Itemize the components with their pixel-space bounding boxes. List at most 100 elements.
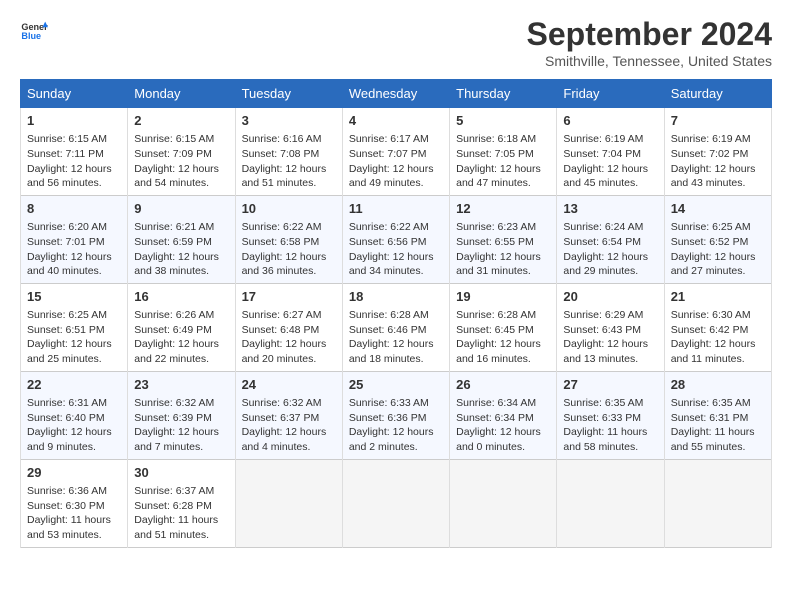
day-info: Sunrise: 6:25 AMSunset: 6:51 PMDaylight:…	[27, 308, 121, 367]
day-number: 14	[671, 200, 765, 218]
day-info: Sunrise: 6:20 AMSunset: 7:01 PMDaylight:…	[27, 220, 121, 279]
calendar-title: September 2024	[527, 16, 772, 53]
day-number: 17	[242, 288, 336, 306]
calendar-cell: 26 Sunrise: 6:34 AMSunset: 6:34 PMDayligh…	[450, 371, 557, 459]
day-number: 30	[134, 464, 228, 482]
calendar-week-row: 15 Sunrise: 6:25 AMSunset: 6:51 PMDayligh…	[21, 283, 772, 371]
day-number: 9	[134, 200, 228, 218]
calendar-cell: 24 Sunrise: 6:32 AMSunset: 6:37 PMDayligh…	[235, 371, 342, 459]
day-number: 22	[27, 376, 121, 394]
day-number: 16	[134, 288, 228, 306]
calendar-cell: 15 Sunrise: 6:25 AMSunset: 6:51 PMDayligh…	[21, 283, 128, 371]
day-info: Sunrise: 6:29 AMSunset: 6:43 PMDaylight:…	[563, 308, 657, 367]
calendar-cell: 1 Sunrise: 6:15 AMSunset: 7:11 PMDaylight…	[21, 108, 128, 196]
weekday-header-row: SundayMondayTuesdayWednesdayThursdayFrid…	[21, 80, 772, 108]
weekday-header-friday: Friday	[557, 80, 664, 108]
calendar-table: SundayMondayTuesdayWednesdayThursdayFrid…	[20, 79, 772, 548]
calendar-cell: 25 Sunrise: 6:33 AMSunset: 6:36 PMDayligh…	[342, 371, 449, 459]
day-info: Sunrise: 6:28 AMSunset: 6:46 PMDaylight:…	[349, 308, 443, 367]
day-info: Sunrise: 6:33 AMSunset: 6:36 PMDaylight:…	[349, 396, 443, 455]
calendar-cell: 14 Sunrise: 6:25 AMSunset: 6:52 PMDayligh…	[664, 195, 771, 283]
weekday-header-wednesday: Wednesday	[342, 80, 449, 108]
day-info: Sunrise: 6:30 AMSunset: 6:42 PMDaylight:…	[671, 308, 765, 367]
day-number: 10	[242, 200, 336, 218]
svg-text:Blue: Blue	[21, 31, 41, 41]
day-info: Sunrise: 6:27 AMSunset: 6:48 PMDaylight:…	[242, 308, 336, 367]
calendar-cell: 20Sunrise: 6:29 AMSunset: 6:43 PMDayligh…	[557, 283, 664, 371]
calendar-cell: 21 Sunrise: 6:30 AMSunset: 6:42 PMDayligh…	[664, 283, 771, 371]
day-number: 19	[456, 288, 550, 306]
weekday-header-monday: Monday	[128, 80, 235, 108]
day-info: Sunrise: 6:22 AMSunset: 6:58 PMDaylight:…	[242, 220, 336, 279]
page-header: General Blue September 2024 Smithville, …	[20, 16, 772, 69]
day-number: 8	[27, 200, 121, 218]
day-info: Sunrise: 6:35 AMSunset: 6:31 PMDaylight:…	[671, 396, 765, 455]
day-number: 1	[27, 112, 121, 130]
calendar-cell: 12 Sunrise: 6:23 AMSunset: 6:55 PMDayligh…	[450, 195, 557, 283]
day-info: Sunrise: 6:31 AMSunset: 6:40 PMDaylight:…	[27, 396, 121, 455]
day-number: 3	[242, 112, 336, 130]
calendar-cell	[450, 459, 557, 547]
weekday-header-thursday: Thursday	[450, 80, 557, 108]
day-info: Sunrise: 6:32 AMSunset: 6:37 PMDaylight:…	[242, 396, 336, 455]
day-info: Sunrise: 6:15 AMSunset: 7:11 PMDaylight:…	[27, 132, 121, 191]
day-number: 18	[349, 288, 443, 306]
day-number: 26	[456, 376, 550, 394]
calendar-cell: 9 Sunrise: 6:21 AMSunset: 6:59 PMDaylight…	[128, 195, 235, 283]
calendar-cell: 3Sunrise: 6:16 AMSunset: 7:08 PMDaylight…	[235, 108, 342, 196]
day-number: 7	[671, 112, 765, 130]
day-info: Sunrise: 6:17 AMSunset: 7:07 PMDaylight:…	[349, 132, 443, 191]
day-number: 4	[349, 112, 443, 130]
calendar-cell: 8 Sunrise: 6:20 AMSunset: 7:01 PMDaylight…	[21, 195, 128, 283]
day-number: 27	[563, 376, 657, 394]
calendar-cell: 16Sunrise: 6:26 AMSunset: 6:49 PMDayligh…	[128, 283, 235, 371]
calendar-cell: 28 Sunrise: 6:35 AMSunset: 6:31 PMDayligh…	[664, 371, 771, 459]
weekday-header-saturday: Saturday	[664, 80, 771, 108]
calendar-week-row: 29Sunrise: 6:36 AMSunset: 6:30 PMDayligh…	[21, 459, 772, 547]
day-number: 2	[134, 112, 228, 130]
calendar-week-row: 8 Sunrise: 6:20 AMSunset: 7:01 PMDaylight…	[21, 195, 772, 283]
day-info: Sunrise: 6:23 AMSunset: 6:55 PMDaylight:…	[456, 220, 550, 279]
day-info: Sunrise: 6:24 AMSunset: 6:54 PMDaylight:…	[563, 220, 657, 279]
calendar-week-row: 22 Sunrise: 6:31 AMSunset: 6:40 PMDayligh…	[21, 371, 772, 459]
weekday-header-sunday: Sunday	[21, 80, 128, 108]
day-number: 28	[671, 376, 765, 394]
calendar-cell	[342, 459, 449, 547]
day-info: Sunrise: 6:19 AMSunset: 7:02 PMDaylight:…	[671, 132, 765, 191]
calendar-cell: 13 Sunrise: 6:24 AMSunset: 6:54 PMDayligh…	[557, 195, 664, 283]
calendar-cell: 29Sunrise: 6:36 AMSunset: 6:30 PMDayligh…	[21, 459, 128, 547]
day-info: Sunrise: 6:18 AMSunset: 7:05 PMDaylight:…	[456, 132, 550, 191]
day-number: 21	[671, 288, 765, 306]
day-info: Sunrise: 6:34 AMSunset: 6:34 PMDaylight:…	[456, 396, 550, 455]
calendar-cell: 2Sunrise: 6:15 AMSunset: 7:09 PMDaylight…	[128, 108, 235, 196]
calendar-cell: 6 Sunrise: 6:19 AMSunset: 7:04 PMDaylight…	[557, 108, 664, 196]
day-info: Sunrise: 6:35 AMSunset: 6:33 PMDaylight:…	[563, 396, 657, 455]
day-number: 25	[349, 376, 443, 394]
day-number: 5	[456, 112, 550, 130]
day-number: 12	[456, 200, 550, 218]
day-info: Sunrise: 6:37 AMSunset: 6:28 PMDaylight:…	[134, 484, 228, 543]
calendar-cell: 11 Sunrise: 6:22 AMSunset: 6:56 PMDayligh…	[342, 195, 449, 283]
day-info: Sunrise: 6:25 AMSunset: 6:52 PMDaylight:…	[671, 220, 765, 279]
day-info: Sunrise: 6:32 AMSunset: 6:39 PMDaylight:…	[134, 396, 228, 455]
day-number: 6	[563, 112, 657, 130]
calendar-cell: 22 Sunrise: 6:31 AMSunset: 6:40 PMDayligh…	[21, 371, 128, 459]
logo-icon: General Blue	[20, 16, 48, 44]
calendar-subtitle: Smithville, Tennessee, United States	[527, 53, 772, 69]
day-number: 15	[27, 288, 121, 306]
day-info: Sunrise: 6:21 AMSunset: 6:59 PMDaylight:…	[134, 220, 228, 279]
calendar-cell: 23Sunrise: 6:32 AMSunset: 6:39 PMDayligh…	[128, 371, 235, 459]
calendar-cell: 30 Sunrise: 6:37 AMSunset: 6:28 PMDayligh…	[128, 459, 235, 547]
calendar-cell	[235, 459, 342, 547]
day-info: Sunrise: 6:19 AMSunset: 7:04 PMDaylight:…	[563, 132, 657, 191]
calendar-cell: 5 Sunrise: 6:18 AMSunset: 7:05 PMDaylight…	[450, 108, 557, 196]
day-number: 11	[349, 200, 443, 218]
calendar-cell: 7 Sunrise: 6:19 AMSunset: 7:02 PMDaylight…	[664, 108, 771, 196]
calendar-cell: 19Sunrise: 6:28 AMSunset: 6:45 PMDayligh…	[450, 283, 557, 371]
day-number: 13	[563, 200, 657, 218]
day-info: Sunrise: 6:36 AMSunset: 6:30 PMDaylight:…	[27, 484, 121, 543]
title-area: September 2024 Smithville, Tennessee, Un…	[527, 16, 772, 69]
day-info: Sunrise: 6:22 AMSunset: 6:56 PMDaylight:…	[349, 220, 443, 279]
weekday-header-tuesday: Tuesday	[235, 80, 342, 108]
day-number: 24	[242, 376, 336, 394]
